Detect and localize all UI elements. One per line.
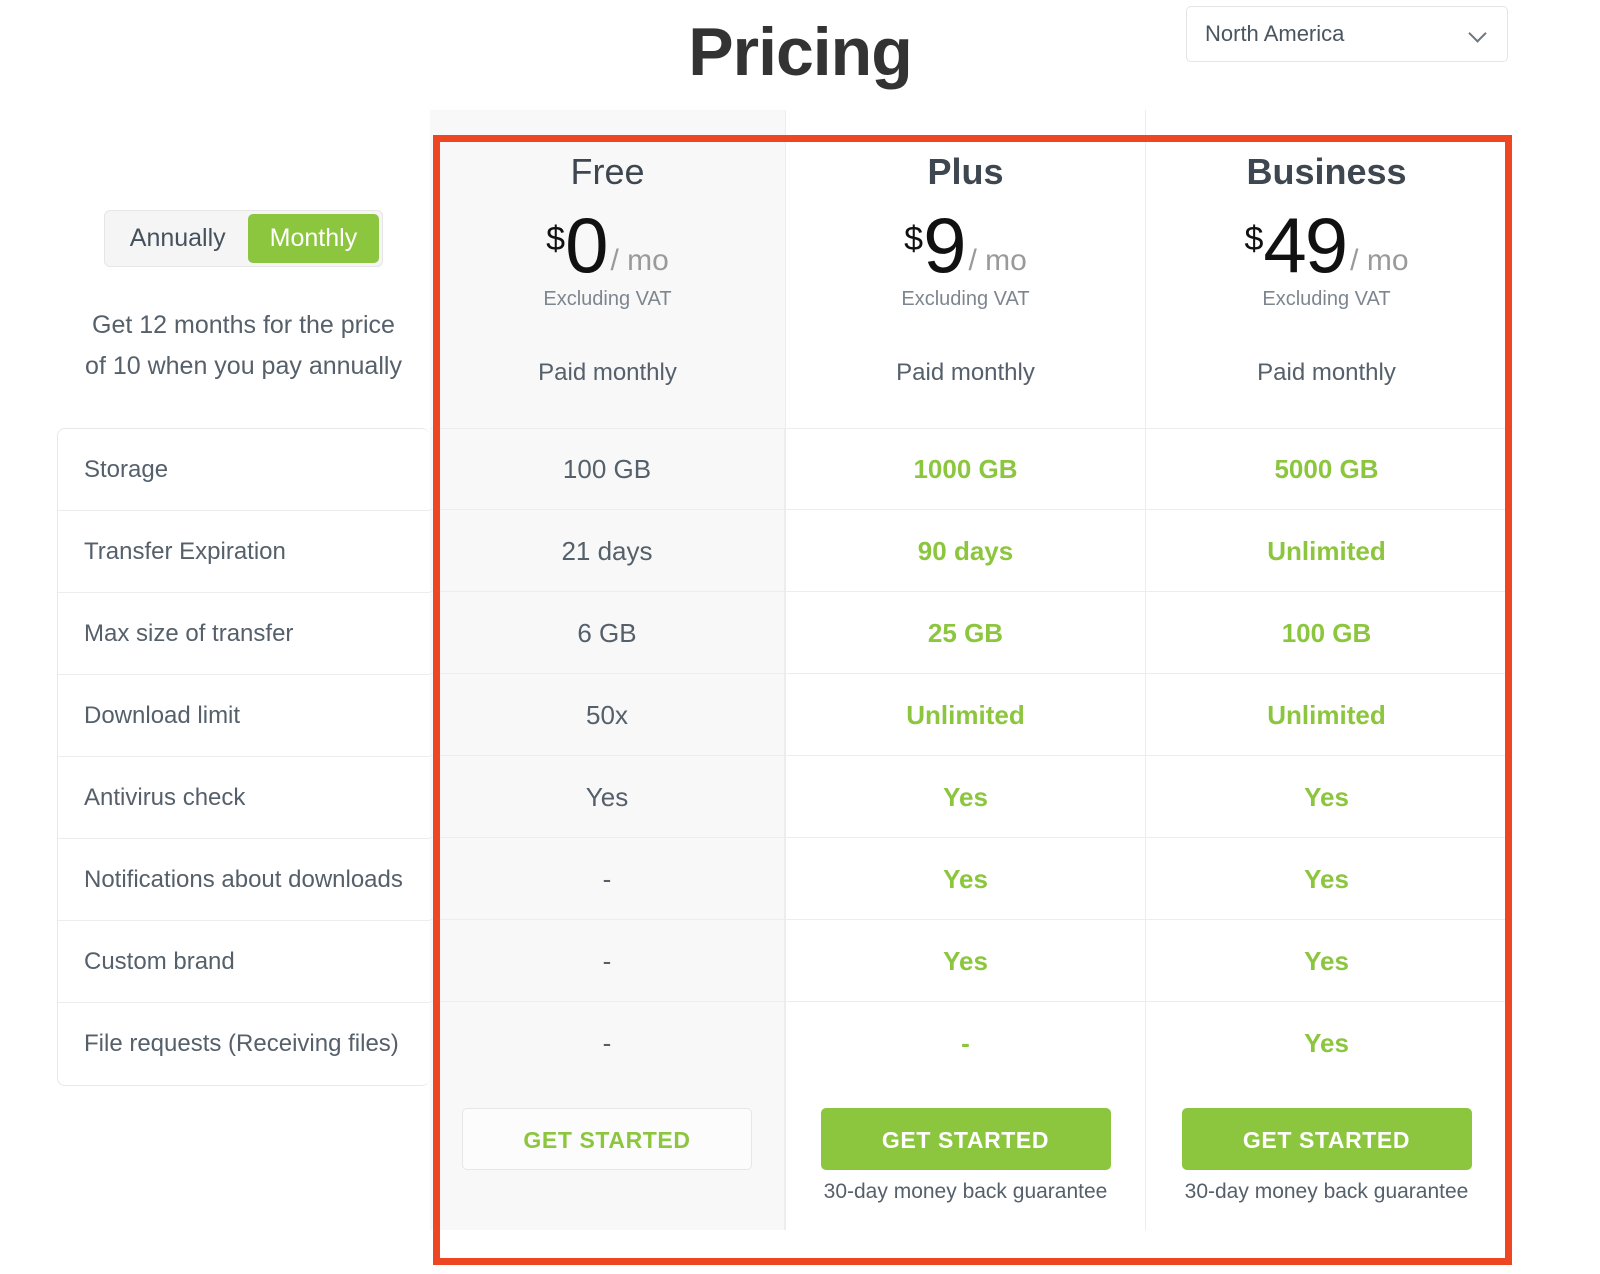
feature-values-plus: 1000 GB 90 days 25 GB Unlimited Yes Yes Yes - <box>785 428 1145 1086</box>
feature-value-business: 5000 GB <box>1146 428 1507 510</box>
price-period-plus: / mo <box>968 243 1027 277</box>
vat-note-business: Excluding VAT <box>1262 287 1391 310</box>
feature-value-free: - <box>602 1028 612 1058</box>
feature-label: File requests (Receiving files) <box>84 1030 399 1057</box>
currency-symbol-free: $ <box>546 219 566 258</box>
feature-label: Notifications about downloads <box>58 839 430 921</box>
plan-price-business: $ 49 / mo <box>1156 200 1497 289</box>
plan-price-free: $ 0 / mo <box>440 200 775 289</box>
feature-value-business: 100 GB <box>1146 592 1507 674</box>
billing-option-annually[interactable]: Annually <box>108 214 248 263</box>
feature-value-business: Yes <box>1146 920 1507 1002</box>
feature-value-plus: Unlimited <box>786 674 1145 756</box>
billing-period-toggle[interactable]: Annually Monthly <box>103 210 384 267</box>
feature-value-business: Unlimited <box>1146 510 1507 592</box>
billing-note-free: Paid monthly <box>538 358 677 386</box>
feature-label: Antivirus check <box>58 757 430 839</box>
cta-spacer <box>57 1086 430 1230</box>
feature-label-column: Storage Transfer Expiration Max size of tr… <box>57 428 430 1086</box>
get-started-button-plus[interactable]: GET STARTED <box>820 1108 1111 1170</box>
feature-value-plus: 90 days <box>786 510 1145 592</box>
feature-label: Custom brand <box>58 921 430 1003</box>
feature-value-free: Yes <box>430 756 784 838</box>
plan-header-free: Free $ 0 / mo Excluding VAT Paid monthly <box>430 110 785 428</box>
feature-value-free: - <box>430 838 784 920</box>
feature-label: Download limit <box>58 675 430 757</box>
feature-value-free: 6 GB <box>430 592 784 674</box>
plan-price-plus: $ 9 / mo <box>796 200 1135 289</box>
gutter-left <box>0 110 57 428</box>
pricing-table: Annually Monthly Get 12 months for the p… <box>0 110 1600 1230</box>
feature-values-business: 5000 GB Unlimited 100 GB Unlimited Yes Yes Yes… <box>1145 428 1507 1086</box>
price-period-free: / mo <box>610 243 669 277</box>
plan-name-plus: Plus <box>927 151 1004 192</box>
chevron-down-icon <box>1469 24 1489 44</box>
gutter-left-cta <box>0 1086 57 1230</box>
cta-row: GET STARTED GET STARTED 30-day money bac… <box>0 1086 1600 1230</box>
feature-value-plus: Yes <box>786 756 1145 838</box>
feature-value-plus: Yes <box>786 920 1145 1002</box>
page-header: Pricing North America <box>0 0 1600 110</box>
price-amount-plus: 9 <box>923 200 966 289</box>
feature-value-plus: - <box>961 1028 970 1058</box>
get-started-button-business[interactable]: GET STARTED <box>1181 1108 1472 1170</box>
currency-symbol-business: $ <box>1244 219 1264 258</box>
feature-value-business: Yes <box>1146 756 1507 838</box>
feature-value-plus: Yes <box>786 838 1145 920</box>
plan-header-plus: Plus $ 9 / mo Excluding VAT Paid monthly <box>785 110 1145 428</box>
region-selector-value: North America <box>1205 21 1345 46</box>
feature-value-business: Yes <box>1146 838 1507 920</box>
vat-note-free: Excluding VAT <box>543 287 672 310</box>
feature-value-free: 50x <box>430 674 784 756</box>
feature-label: Storage <box>58 429 430 511</box>
cta-cell-business: GET STARTED 30-day money back guarantee <box>1145 1086 1507 1230</box>
gutter-left-features <box>0 428 57 1086</box>
feature-value-free: 21 days <box>430 510 784 592</box>
billing-controls: Annually Monthly Get 12 months for the p… <box>57 110 430 428</box>
feature-value-free: 100 GB <box>430 428 784 510</box>
price-amount-business: 49 <box>1263 200 1348 289</box>
feature-value-plus: 25 GB <box>786 592 1145 674</box>
billing-note-business: Paid monthly <box>1257 358 1396 386</box>
feature-value-business: Yes <box>1304 1028 1349 1058</box>
billing-option-monthly[interactable]: Monthly <box>247 214 380 263</box>
price-amount-free: 0 <box>565 200 608 289</box>
guarantee-note-plus: 30-day money back guarantee <box>823 1180 1108 1203</box>
region-selector[interactable]: North America <box>1186 6 1508 62</box>
feature-value-business: Unlimited <box>1146 674 1507 756</box>
billing-note-plus: Paid monthly <box>896 358 1035 386</box>
plan-name-business: Business <box>1246 151 1407 192</box>
feature-comparison: Storage Transfer Expiration Max size of tr… <box>0 428 1600 1086</box>
cta-cell-plus: GET STARTED 30-day money back guarantee <box>785 1086 1145 1230</box>
cta-cell-free: GET STARTED <box>430 1086 785 1230</box>
vat-note-plus: Excluding VAT <box>901 287 1030 310</box>
price-period-business: / mo <box>1350 243 1409 277</box>
plan-name-free: Free <box>570 151 645 192</box>
get-started-button-free[interactable]: GET STARTED <box>462 1108 752 1170</box>
plan-header-row: Annually Monthly Get 12 months for the p… <box>0 110 1600 428</box>
currency-symbol-plus: $ <box>904 219 924 258</box>
feature-label: Transfer Expiration <box>58 511 430 593</box>
feature-value-free: - <box>430 920 784 1002</box>
plan-header-business: Business $ 49 / mo Excluding VAT Paid mo… <box>1145 110 1507 428</box>
guarantee-note-business: 30-day money back guarantee <box>1184 1180 1469 1203</box>
feature-label: Max size of transfer <box>58 593 430 675</box>
annual-discount-note: Get 12 months for the price of 10 when y… <box>85 310 402 380</box>
feature-value-plus: 1000 GB <box>786 428 1145 510</box>
feature-values-free: 100 GB 21 days 6 GB 50x Yes - - - <box>430 428 785 1086</box>
